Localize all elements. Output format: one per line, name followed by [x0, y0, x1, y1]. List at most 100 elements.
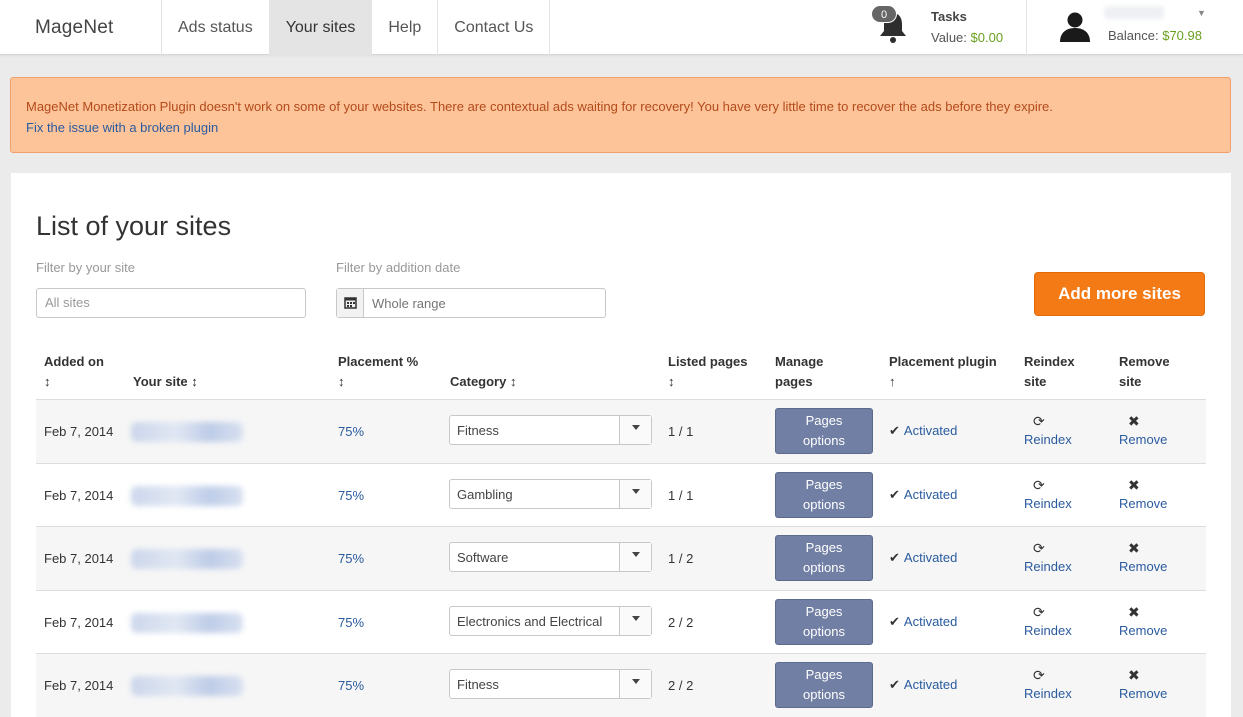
site-url-redacted[interactable]: [131, 549, 246, 569]
pages-options-button[interactable]: Pages options: [775, 662, 873, 708]
refresh-icon[interactable]: ⟳: [1033, 604, 1072, 620]
filter-date-field[interactable]: [336, 288, 606, 318]
check-icon: ✔: [889, 550, 900, 565]
remove-link[interactable]: Remove: [1119, 620, 1167, 642]
filter-site-input[interactable]: All sites: [36, 288, 306, 318]
remove-icon[interactable]: ✖: [1128, 477, 1167, 493]
remove-link[interactable]: Remove: [1119, 493, 1167, 515]
refresh-icon[interactable]: ⟳: [1033, 477, 1072, 493]
user-menu[interactable]: ▼ Balance: $70.98: [1057, 0, 1243, 55]
remove-action[interactable]: ✖ Remove: [1119, 413, 1167, 451]
tasks-value: Value: $0.00: [931, 30, 1003, 45]
plugin-status-label: Activated: [903, 613, 958, 629]
table-body: Feb 7, 2014 75% Fitness 1 / 1 Pages opti…: [36, 400, 1206, 717]
remove-action[interactable]: ✖ Remove: [1119, 477, 1167, 515]
header-listed-pages[interactable]: Listed pages ↕: [668, 352, 747, 392]
site-url-redacted[interactable]: [131, 485, 246, 506]
category-dropdown-toggle[interactable]: [619, 479, 651, 508]
sort-icon[interactable]: ↕: [44, 374, 51, 389]
reindex-link[interactable]: Reindex: [1024, 620, 1072, 642]
header-placement-plugin[interactable]: Placement plugin ↑: [889, 352, 997, 392]
reindex-action[interactable]: ⟳ Reindex: [1024, 413, 1072, 451]
reindex-link[interactable]: Reindex: [1024, 556, 1072, 578]
pages-options-button[interactable]: Pages options: [775, 598, 873, 645]
plugin-status[interactable]: ✔ Activated: [889, 677, 957, 693]
alert-message: MageNet Monetization Plugin doesn't work…: [26, 99, 1053, 114]
brand-logo[interactable]: MageNet: [35, 17, 114, 39]
remove-action[interactable]: ✖ Remove: [1119, 540, 1167, 578]
placement-percent[interactable]: 75%: [338, 678, 364, 693]
placement-percent[interactable]: 75%: [338, 615, 364, 630]
category-dropdown-toggle[interactable]: [619, 606, 651, 635]
chevron-down-icon[interactable]: ▼: [1197, 8, 1206, 18]
refresh-icon[interactable]: ⟳: [1033, 540, 1072, 556]
top-navbar: MageNet Ads status Your sites Help Conta…: [0, 0, 1243, 55]
user-icon[interactable]: [1059, 11, 1091, 42]
tab-ads-status[interactable]: Ads status: [161, 0, 269, 55]
sort-up-icon[interactable]: ↑: [889, 374, 896, 389]
plugin-status[interactable]: ✔ Activated: [889, 614, 957, 630]
main-nav: Ads status Your sites Help Contact Us: [161, 0, 551, 55]
category-dropdown-toggle[interactable]: [619, 416, 651, 444]
remove-action[interactable]: ✖ Remove: [1119, 604, 1167, 642]
remove-link[interactable]: Remove: [1119, 683, 1167, 705]
remove-link[interactable]: Remove: [1119, 556, 1167, 578]
refresh-icon[interactable]: ⟳: [1033, 667, 1072, 683]
filter-date-input[interactable]: [364, 289, 604, 317]
placement-percent[interactable]: 75%: [338, 488, 364, 503]
site-url-redacted[interactable]: [131, 676, 246, 696]
remove-icon[interactable]: ✖: [1128, 604, 1167, 620]
table-row: Feb 7, 2014 75% Fitness 1 / 1 Pages opti…: [36, 400, 1206, 464]
category-select[interactable]: Fitness: [449, 415, 652, 445]
remove-link[interactable]: Remove: [1119, 429, 1167, 451]
refresh-icon[interactable]: ⟳: [1033, 413, 1072, 429]
added-on-date: Feb 7, 2014: [44, 678, 114, 693]
fix-plugin-link[interactable]: Fix the issue with a broken plugin: [26, 117, 1215, 138]
reindex-link[interactable]: Reindex: [1024, 429, 1072, 451]
category-select[interactable]: Gambling: [449, 478, 652, 509]
reindex-action[interactable]: ⟳ Reindex: [1024, 667, 1072, 705]
placement-percent[interactable]: 75%: [338, 424, 364, 439]
tab-help[interactable]: Help: [371, 0, 437, 55]
site-url-redacted[interactable]: [131, 422, 246, 442]
plugin-status-label: Activated: [903, 423, 958, 438]
sort-icon[interactable]: ↕: [338, 374, 345, 389]
site-url-redacted[interactable]: [131, 612, 246, 633]
tab-your-sites[interactable]: Your sites: [268, 0, 372, 55]
tasks-widget[interactable]: 0 Tasks Value: $0.00: [870, 0, 1027, 55]
pages-options-button[interactable]: Pages options: [775, 408, 873, 454]
remove-action[interactable]: ✖ Remove: [1119, 667, 1167, 705]
header-placement[interactable]: Placement % ↕: [338, 352, 418, 392]
remove-icon[interactable]: ✖: [1128, 667, 1167, 683]
sort-icon[interactable]: ↕: [668, 374, 675, 389]
reindex-action[interactable]: ⟳ Reindex: [1024, 604, 1072, 642]
category-select[interactable]: Fitness: [449, 669, 652, 699]
sort-icon[interactable]: ↕: [191, 374, 198, 389]
sort-icon[interactable]: ↕: [510, 374, 517, 389]
reindex-link[interactable]: Reindex: [1024, 493, 1072, 515]
remove-icon[interactable]: ✖: [1128, 540, 1167, 556]
category-select[interactable]: Software: [449, 542, 652, 572]
plugin-status[interactable]: ✔ Activated: [889, 487, 957, 503]
pages-options-button[interactable]: Pages options: [775, 535, 873, 581]
header-your-site[interactable]: Your site ↕: [133, 372, 198, 392]
calendar-addon[interactable]: [337, 289, 364, 317]
plugin-status[interactable]: ✔ Activated: [889, 550, 957, 566]
remove-icon[interactable]: ✖: [1128, 413, 1167, 429]
reindex-action[interactable]: ⟳ Reindex: [1024, 477, 1072, 515]
balance-label: Balance:: [1108, 28, 1159, 43]
reindex-link[interactable]: Reindex: [1024, 683, 1072, 705]
pages-options-button[interactable]: Pages options: [775, 471, 873, 518]
reindex-action[interactable]: ⟳ Reindex: [1024, 540, 1072, 578]
category-select[interactable]: Electronics and Electrical: [449, 605, 652, 636]
tab-contact-us[interactable]: Contact Us: [437, 0, 551, 55]
category-dropdown-toggle[interactable]: [619, 670, 651, 698]
placement-percent[interactable]: 75%: [338, 551, 364, 566]
plugin-status[interactable]: ✔ Activated: [889, 423, 957, 439]
header-added-on[interactable]: Added on ↕: [44, 352, 104, 392]
pages-options-label-1: Pages: [805, 413, 843, 428]
add-more-sites-button[interactable]: Add more sites: [1034, 272, 1205, 316]
header-category[interactable]: Category ↕: [450, 372, 516, 392]
category-dropdown-toggle[interactable]: [619, 543, 651, 571]
listed-pages: 2 / 2: [668, 614, 694, 630]
